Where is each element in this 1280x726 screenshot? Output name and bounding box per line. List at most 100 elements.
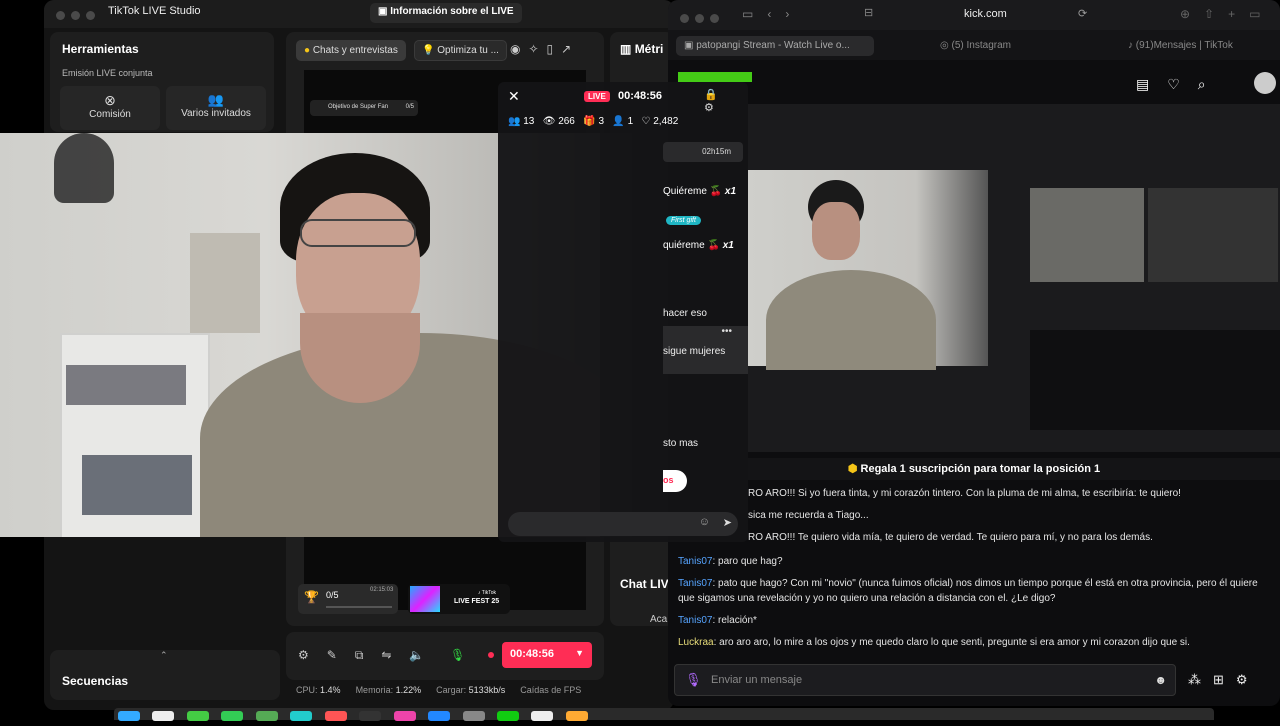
chat-user[interactable]: Tanis07	[678, 556, 712, 567]
goal-widget: 🏆 0/5 02:15:03	[298, 584, 398, 614]
chat-message: sica me recuerda a Tiago...	[748, 508, 1270, 523]
tab-optimiza[interactable]: 💡 Optimiza tu ...	[414, 40, 507, 61]
tab-instagram-label: (5) Instagram	[951, 40, 1011, 51]
likes-count: 2,482	[653, 116, 679, 127]
chat-message: Tanis07: relación*	[678, 613, 1270, 628]
overlay-input[interactable]: ☺ ➤	[508, 512, 738, 536]
livefest-art	[410, 586, 440, 612]
fps-label: Caídas de FPS	[520, 685, 582, 695]
gifts-count: 3	[598, 116, 605, 127]
close-icon[interactable]: ✕	[508, 88, 520, 105]
reload-icon[interactable]: ⟳	[1078, 7, 1087, 20]
nav-icons[interactable]: ▭‹›	[742, 7, 803, 21]
clips-icon[interactable]: ▤	[1136, 76, 1167, 92]
chat-list-lower: Tanis07: paro que hag? Tanis07: pato que…	[678, 554, 1270, 650]
goal-time: 02:15:03	[370, 587, 394, 593]
mem-value: 1.22%	[395, 685, 422, 695]
chat-live-aca: Aca	[650, 614, 668, 625]
first-gift-badge: First gift	[666, 216, 701, 225]
live-info-label: Información sobre el LIVE	[390, 6, 514, 17]
chat-input-box[interactable]: 🎙 Enviar un mensaje ☻	[674, 664, 1176, 696]
chat-message: Tanis07: paro que hag?	[678, 554, 1270, 569]
tab-optimiza-label: Optimiza tu ...	[437, 45, 499, 56]
pinned-message[interactable]: ⬢ Regala 1 suscripción para tomar la pos…	[668, 458, 1280, 480]
chat-user[interactable]: Luckraa	[678, 637, 714, 648]
viewers-count: 13	[523, 116, 535, 127]
overlay-comment-pill[interactable]: os	[663, 470, 687, 492]
bulb-icon: 💡	[422, 45, 435, 56]
mirror-nested-camera	[1030, 188, 1144, 282]
send-icon[interactable]: ➤	[723, 516, 732, 529]
comision-button[interactable]: ⊗ Comisión	[60, 86, 160, 130]
window-controls[interactable]	[680, 10, 725, 28]
browser-action-icons[interactable]: ⊕⇧+▭	[1180, 7, 1274, 21]
shelf-items-mid	[82, 455, 192, 515]
chat-icon: ●	[304, 45, 311, 56]
gift-icon: 🎁	[583, 116, 596, 127]
chat-text: : paro que hag?	[712, 556, 783, 567]
chevron-down-icon[interactable]: ▼	[575, 648, 584, 658]
tab-chats[interactable]: ● Chats y entrevistas	[296, 40, 406, 61]
livefest-brand: ♪ TikTok	[478, 590, 497, 596]
chevron-up-icon[interactable]: ⌃	[160, 650, 168, 661]
avatar[interactable]	[1254, 72, 1276, 94]
tab-instagram[interactable]: ◎ (5) Instagram	[940, 40, 1011, 51]
window-controls[interactable]	[56, 7, 101, 25]
chat-live-title: Chat LIV	[620, 577, 669, 591]
livefest-label: LIVE FEST 25	[454, 598, 500, 605]
mirror-nested-screen	[1148, 188, 1278, 282]
goal-progress	[326, 606, 392, 608]
mirror-chat	[1030, 330, 1280, 430]
studio-titlebar: TikTok LIVE Studio ▣ Información sobre e…	[44, 0, 674, 28]
trophy-icon: 🏆	[304, 590, 319, 604]
chat-user[interactable]: Tanis07	[678, 615, 712, 626]
live-info-button[interactable]: ▣ Información sobre el LIVE	[370, 3, 522, 23]
secuencias-panel[interactable]: ⌃ Secuencias	[50, 650, 280, 700]
macos-dock	[114, 708, 1214, 721]
overlay-icons[interactable]: 🔒⚙	[704, 88, 748, 114]
tab-tiktok[interactable]: ♪ (91)Mensajes | TikTok	[1128, 40, 1233, 51]
glasses	[300, 219, 416, 247]
microphone-icon[interactable]: 🎙	[685, 672, 702, 688]
chat-text: sica me recuerda a Tiago...	[748, 510, 869, 521]
overlay-comment: sto mas	[663, 438, 699, 449]
shelf-items-top	[66, 365, 186, 405]
tools-title: Herramientas	[62, 42, 139, 56]
end-live-button[interactable]: 00:48:56 ▼	[502, 642, 592, 668]
mic-icon[interactable]: 🎙	[450, 648, 465, 662]
studio-timer: 00:48:56	[510, 648, 555, 660]
users-icon: 👥	[508, 116, 521, 127]
more-icon[interactable]: •••	[721, 326, 732, 337]
address-bar[interactable]: kick.com	[964, 8, 1007, 20]
emoji-icon[interactable]: ☻	[1154, 673, 1167, 687]
preview-toolbar-icons[interactable]: ◉✧▯↗	[510, 42, 579, 56]
browser-toolbar: ▭‹› ⊟ kick.com ⟳ ⊕⇧+▭	[668, 0, 1280, 30]
cpu-label: CPU:	[296, 685, 318, 695]
livefest-banner: ♪ TikTok LIVE FEST 25	[408, 584, 510, 614]
mirror-shirt	[766, 270, 936, 370]
chat-action-icons[interactable]: ⁂⊞⚙	[1188, 672, 1260, 688]
super-fan-count: 0/5	[405, 104, 414, 110]
kick-logo[interactable]	[678, 72, 752, 82]
stream-player[interactable]	[748, 104, 1280, 452]
box-stack	[190, 233, 260, 333]
pinned-text: Regala 1 suscripción para tomar la posic…	[860, 463, 1101, 475]
metrics-title: ▥ Métri	[620, 42, 663, 56]
mirror-face	[812, 202, 860, 260]
tab-kick[interactable]: ▣ patopangi Stream - Watch Live o...	[676, 36, 874, 56]
recording-dot	[488, 652, 494, 658]
tab-bar: ▣ patopangi Stream - Watch Live o... ◎ (…	[668, 30, 1280, 60]
chat-message: RO ARO!!! Si yo fuera tinta, y mi corazó…	[748, 486, 1270, 501]
live-badge: LIVE	[584, 91, 610, 102]
kick-header-icons[interactable]: ▤♡⌕	[1136, 76, 1224, 94]
follow-icon: 👤	[612, 116, 625, 127]
tools-panel: Herramientas Emisión LIVE conjunta ⊗ Com…	[50, 32, 274, 132]
varios-invitados-button[interactable]: 👥 Varios invitados	[166, 86, 266, 130]
chat-input-placeholder[interactable]: Enviar un mensaje	[711, 674, 802, 686]
emoji-icon[interactable]: ☺	[699, 516, 710, 528]
search-icon[interactable]: ⌕	[1198, 76, 1224, 92]
heart-icon[interactable]: ♡	[1167, 76, 1198, 92]
chat-user[interactable]: Tanis07	[678, 578, 712, 589]
control-icons[interactable]: ⚙✎⧉⇋🔈	[298, 648, 442, 663]
cpu-value: 1.4%	[320, 685, 341, 695]
